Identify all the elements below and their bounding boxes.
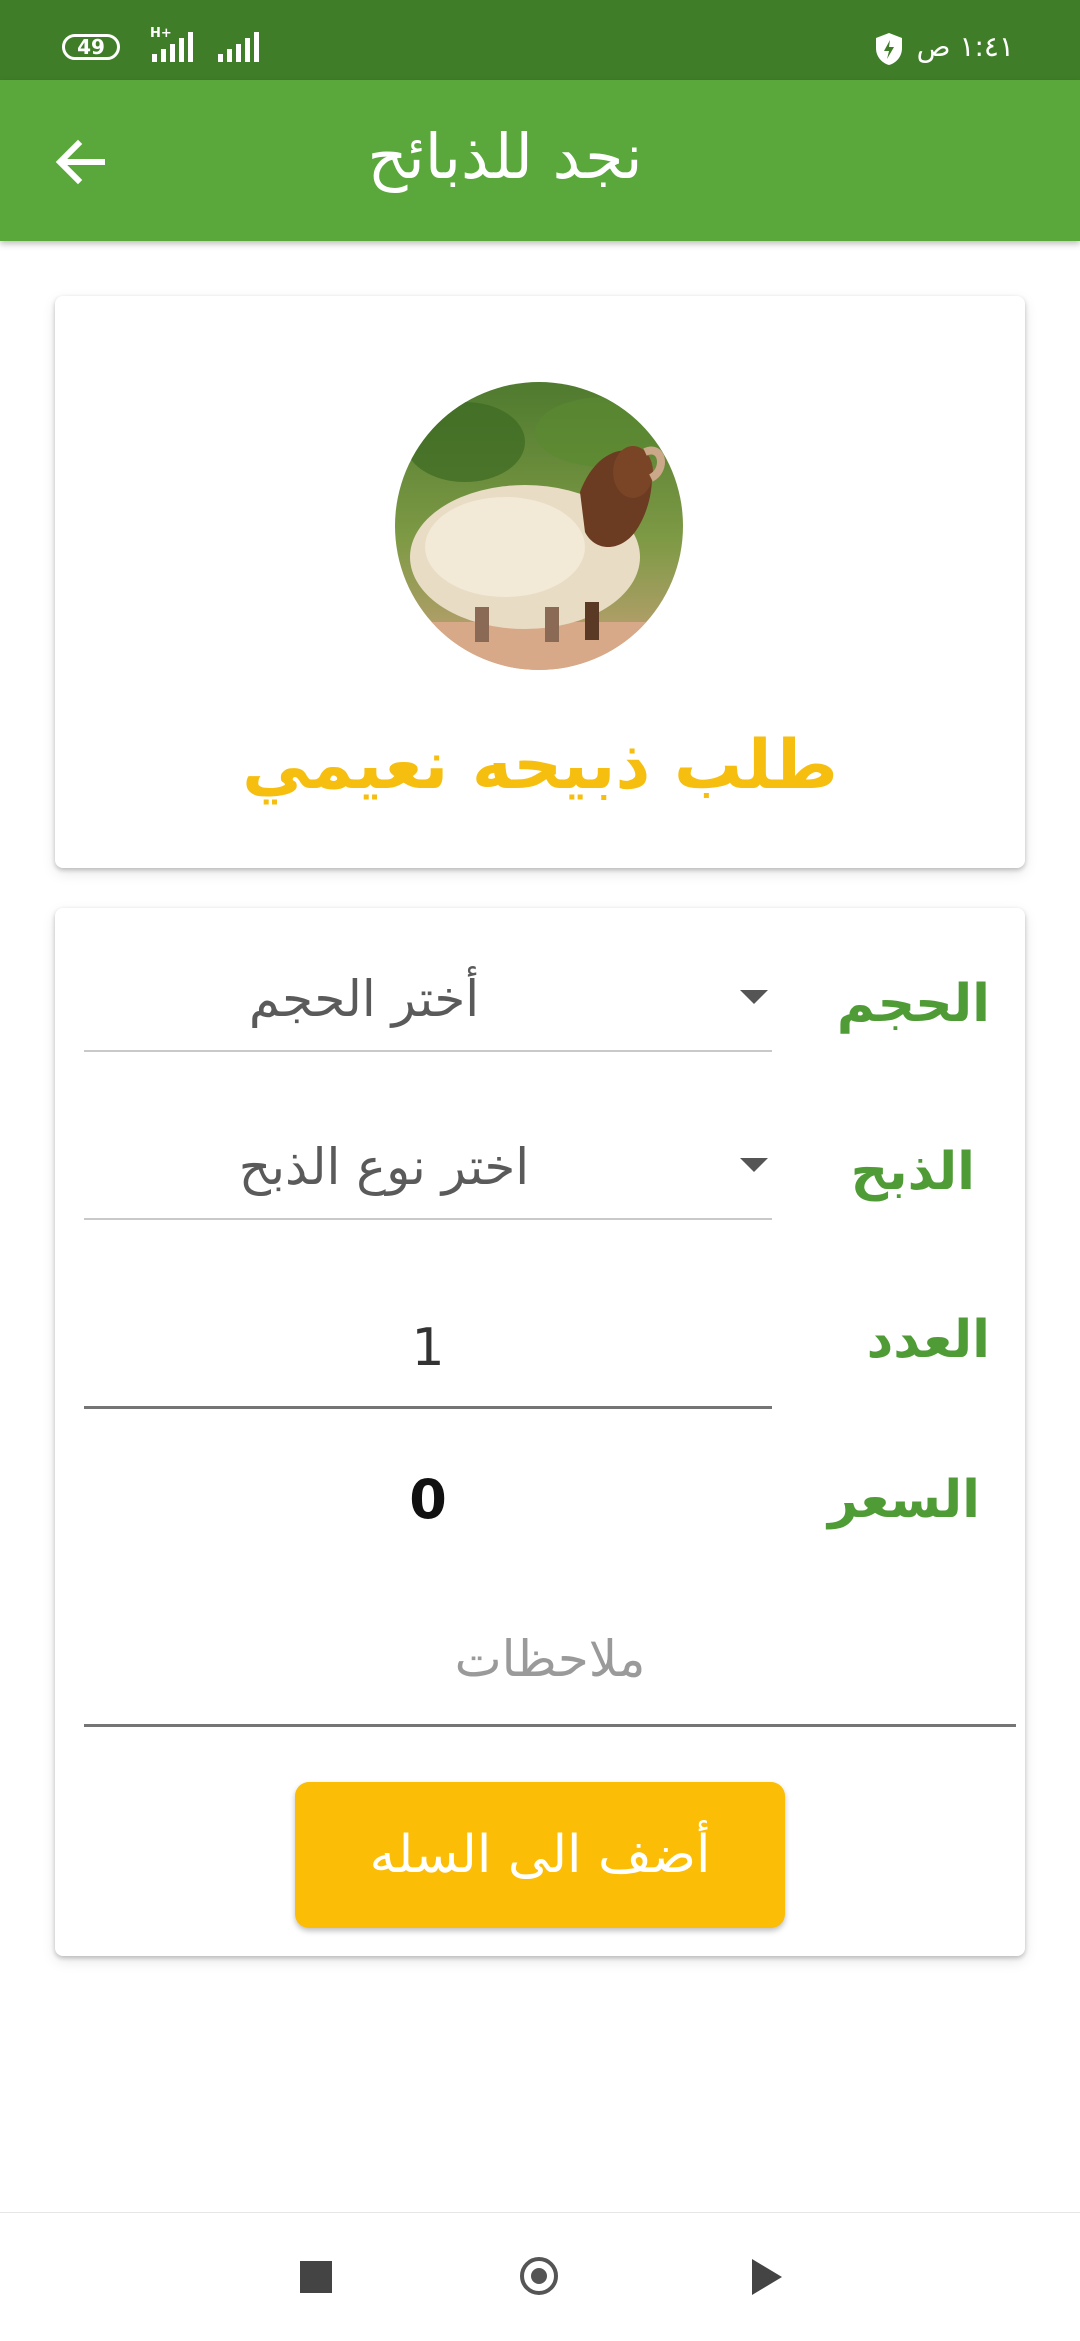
chevron-down-icon [740, 990, 768, 1004]
signal-icon-2 [218, 32, 259, 62]
chevron-down-icon [740, 1158, 768, 1172]
order-form-card: الحجم أختر الحجم الذبح اختر نوع الذبح ال… [55, 908, 1025, 1956]
size-dropdown[interactable]: أختر الحجم [84, 950, 772, 1052]
signal-icon [152, 32, 193, 62]
count-value: 1 [411, 1318, 445, 1378]
back-triangle-icon[interactable] [752, 2259, 782, 2295]
product-card: طلب ذبيحه نعيمي [55, 296, 1025, 868]
system-nav-bar [0, 2212, 1080, 2341]
size-label: الحجم [836, 974, 990, 1034]
sheep-image [395, 382, 683, 670]
count-input[interactable]: 1 [84, 1298, 772, 1409]
app-bar: نجد للذبائح [0, 80, 1080, 241]
size-dropdown-value: أختر الحجم [248, 970, 480, 1028]
notes-placeholder: ملاحظات [454, 1630, 646, 1688]
count-label: العدد [866, 1310, 990, 1370]
slaughter-dropdown[interactable]: اختر نوع الذبح [84, 1118, 772, 1220]
sheep-photo [395, 382, 683, 670]
price-value: 0 [409, 1468, 447, 1531]
product-title: طلب ذبيحه نعيمي [242, 726, 838, 805]
status-time: ١:٤١ ص [916, 30, 1014, 63]
battery-indicator: 49 [62, 34, 120, 60]
shield-icon [876, 33, 902, 65]
slaughter-label: الذبح [850, 1142, 975, 1202]
battery-level: 49 [77, 35, 105, 59]
price-label: السعر [828, 1470, 980, 1530]
notes-input[interactable]: ملاحظات [84, 1608, 1016, 1727]
home-circle-icon[interactable] [520, 2257, 558, 2295]
status-bar: 49 H+ ١:٤١ ص [0, 0, 1080, 80]
add-to-cart-button[interactable]: أضف الى السله [295, 1782, 785, 1928]
recents-square-icon[interactable] [300, 2261, 332, 2293]
page-title: نجد للذبائح [367, 120, 643, 193]
slaughter-dropdown-value: اختر نوع الذبح [238, 1138, 530, 1196]
